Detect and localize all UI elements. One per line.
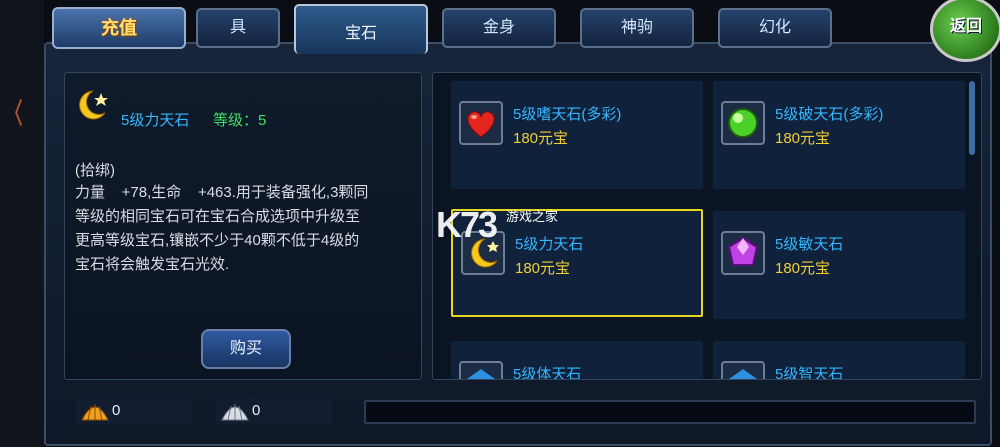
tab-mount[interactable]: 神驹	[580, 8, 694, 48]
gem-card-name: 5级破天石(多彩)	[775, 106, 884, 123]
gem-card-price: 180元宝	[515, 260, 571, 277]
gem-card[interactable]: 5级体天石	[451, 341, 703, 380]
green-orb-icon	[728, 108, 758, 138]
tab-gems[interactable]: 宝石	[294, 4, 428, 54]
moon-star-icon	[79, 90, 108, 120]
back-button[interactable]: 返回	[930, 0, 1000, 62]
gem-card-name: 5级嗜天石(多彩)	[513, 106, 622, 123]
gem-card-price: 180元宝	[513, 130, 569, 147]
chevron-left-icon[interactable]: 〈	[6, 92, 23, 132]
gem-card[interactable]: 5级嗜天石(多彩) 180元宝	[451, 81, 703, 189]
gem-slot	[721, 101, 765, 145]
gem-card[interactable]: 5级敏天石 180元宝	[713, 211, 965, 319]
watermark: K73 游戏之家	[436, 200, 576, 260]
gem-description: 力量 +78,生命 +463.用于装备强化,3颗同 等级的相同宝石可在宝石合成选…	[75, 184, 369, 273]
tab-golden-body[interactable]: 金身	[442, 8, 556, 48]
watermark-site: 游戏之家	[506, 209, 559, 224]
purple-gem-icon	[727, 236, 759, 266]
gold-amount: 0	[112, 402, 121, 419]
silver-shell-icon	[221, 404, 249, 421]
gem-slot	[721, 361, 765, 379]
gem-detail-panel: 5级力天石 等级：5 (拾绑) 力量 +78,生命 +463.用于装备强化,3颗…	[64, 72, 422, 380]
gem-card[interactable]: 5级破天石(多彩) 180元宝	[713, 81, 965, 189]
heart-gem-icon	[467, 111, 495, 138]
gem-card[interactable]: 5级智天石	[713, 341, 965, 380]
gem-card-price: 180元宝	[775, 130, 831, 147]
gem-card-name: 5级智天石	[775, 366, 844, 380]
grid-scrollbar[interactable]	[969, 81, 975, 155]
gem-card-name: 5级敏天石	[775, 236, 844, 253]
gem-level: 等级：5	[213, 112, 267, 129]
tab-transform[interactable]: 幻化	[718, 8, 832, 48]
gem-card-name: 5级体天石	[513, 366, 582, 380]
watermark-logo: K73	[436, 204, 498, 245]
silver-amount: 0	[252, 402, 261, 419]
gem-slot	[721, 231, 765, 275]
recharge-button[interactable]: 充值	[52, 7, 186, 49]
gem-slot	[459, 101, 503, 145]
currency-gold: 0	[76, 398, 192, 424]
status-bar	[364, 400, 976, 424]
buy-button[interactable]: 购买	[201, 329, 291, 369]
gold-shell-icon	[81, 404, 109, 421]
blue-gem-icon	[467, 369, 495, 379]
blue-gem-icon	[729, 369, 757, 379]
left-edge: 〈	[0, 0, 44, 447]
bind-status: (拾绑)	[75, 162, 115, 179]
gem-name: 5级力天石	[121, 112, 190, 129]
gem-card-price: 180元宝	[775, 260, 831, 277]
gem-slot	[459, 361, 503, 379]
tab-items[interactable]: 具	[196, 8, 280, 48]
currency-silver: 0	[216, 398, 332, 424]
